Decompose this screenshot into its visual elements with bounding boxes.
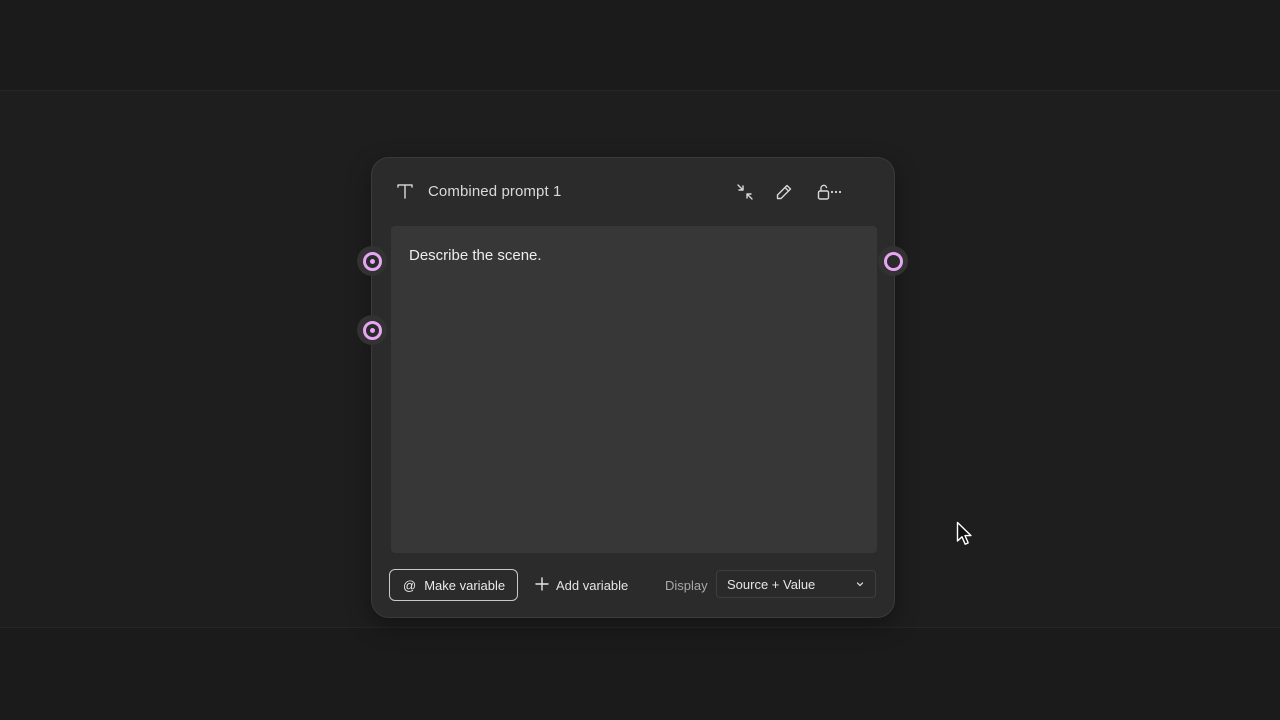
- prompt-text: Describe the scene.: [409, 247, 542, 264]
- prompt-text-editor[interactable]: Describe the scene.: [391, 226, 877, 553]
- input-port-2[interactable]: [357, 315, 387, 345]
- add-variable-button[interactable]: Add variable: [535, 569, 628, 601]
- add-variable-label: Add variable: [556, 577, 629, 593]
- at-icon: @: [403, 577, 417, 593]
- collapse-icon[interactable]: [735, 182, 755, 202]
- chevron-down-icon: [855, 577, 865, 592]
- make-variable-label: Make variable: [424, 577, 506, 593]
- node-header: Combined prompt 1: [372, 158, 894, 224]
- plus-icon: [535, 576, 549, 594]
- node-footer: @ Make variable Add variable Display Sou…: [389, 569, 879, 603]
- pencil-icon[interactable]: [774, 182, 794, 202]
- mouse-cursor-icon: [956, 521, 974, 552]
- display-mode-select[interactable]: Source + Value: [716, 570, 876, 598]
- text-type-icon: [396, 182, 414, 200]
- display-label: Display: [665, 577, 708, 593]
- make-variable-button[interactable]: @ Make variable: [389, 569, 518, 601]
- node-title[interactable]: Combined prompt 1: [428, 183, 561, 200]
- input-port-1[interactable]: [357, 246, 387, 276]
- prompt-node[interactable]: Combined prompt 1 Describe the scene. @ …: [371, 157, 895, 618]
- output-port[interactable]: [878, 246, 908, 276]
- display-mode-value: Source + Value: [727, 576, 816, 592]
- more-icon[interactable]: [828, 182, 844, 202]
